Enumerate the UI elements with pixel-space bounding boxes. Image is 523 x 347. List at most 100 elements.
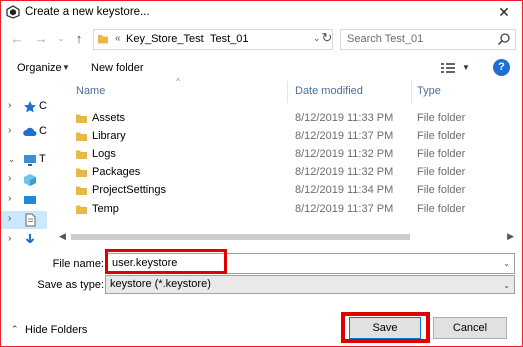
organize-dropdown-icon: ▼ [62, 63, 70, 72]
up-arrow-icon[interactable]: ↑ [71, 31, 87, 47]
table-row[interactable]: Packages 8/12/2019 11:32 PM File folder [57, 164, 514, 182]
folder-icon [76, 150, 87, 159]
expand-chevron-icon[interactable]: › [8, 125, 11, 136]
search-placeholder: Search Test_01 [347, 33, 424, 45]
file-date: 8/12/2019 11:33 PM [295, 112, 394, 124]
column-divider[interactable] [287, 81, 288, 103]
window-title: Create a new keystore... [25, 6, 150, 18]
file-type: File folder [417, 184, 466, 196]
file-type: File folder [417, 203, 466, 215]
navigation-pane: › C › C ⌄ T › › › › [1, 83, 47, 243]
cancel-button[interactable]: Cancel [433, 317, 507, 339]
help-icon[interactable]: ? [493, 59, 510, 76]
nav-item-onedrive[interactable]: › C [1, 123, 47, 141]
file-date: 8/12/2019 11:34 PM [295, 184, 394, 196]
expand-chevron-icon[interactable]: › [8, 193, 11, 204]
expand-chevron-icon[interactable]: › [8, 213, 11, 224]
save-button-highlight-box [341, 312, 430, 343]
folder-icon [76, 186, 87, 195]
nav-item-downloads[interactable]: › [1, 231, 47, 243]
table-row[interactable]: Library 8/12/2019 11:37 PM File folder [57, 128, 514, 146]
sort-ascending-icon: ^ [176, 77, 180, 86]
nav-label-fragment: C [39, 125, 47, 137]
breadcrumb-key-store-test[interactable]: Key_Store_Test [126, 33, 204, 45]
file-date: 8/12/2019 11:32 PM [295, 166, 394, 178]
column-divider[interactable] [411, 81, 412, 103]
folder-icon [76, 205, 87, 214]
column-header-type[interactable]: Type [417, 81, 441, 103]
nav-item-quick-access[interactable]: › C [1, 98, 47, 116]
save-dialog: Create a new keystore... ✕ ← → ⌄ ↑ « Key… [0, 0, 523, 347]
file-type: File folder [417, 130, 466, 142]
expand-chevron-icon[interactable]: › [8, 100, 11, 111]
save-as-type-value: keystore (*.keystore) [110, 278, 211, 290]
folder-icon [76, 168, 87, 177]
title-bar: Create a new keystore... ✕ [1, 1, 522, 25]
refresh-icon[interactable]: ↻ [319, 30, 335, 46]
expand-chevron-icon[interactable]: › [8, 173, 11, 184]
view-dropdown-icon[interactable]: ▼ [462, 63, 470, 72]
file-date: 8/12/2019 11:32 PM [295, 148, 394, 160]
command-bar: Organize ▼ New folder ▼ ? [1, 57, 522, 79]
file-name: ProjectSettings [92, 184, 166, 196]
file-name-label: File name: [52, 258, 104, 270]
breadcrumb-test-01[interactable]: Test_01 [210, 33, 249, 45]
horizontal-scrollbar[interactable]: ◀ ▶ [57, 231, 516, 243]
scroll-left-icon[interactable]: ◀ [59, 231, 66, 242]
save-as-type-select[interactable]: keystore (*.keystore) ⌄ [105, 275, 515, 294]
nav-label-fragment: T [39, 153, 46, 165]
nav-item-documents[interactable]: › [1, 211, 47, 229]
view-options-icon[interactable] [441, 62, 455, 74]
folder-icon [98, 35, 108, 44]
file-type: File folder [417, 166, 466, 178]
table-row[interactable]: Assets 8/12/2019 11:33 PM File folder [57, 110, 514, 128]
file-list: ^ Name Date modified Type Assets 8/12/20… [57, 77, 514, 231]
back-arrow-icon[interactable]: ← [9, 31, 25, 47]
document-icon [25, 213, 36, 227]
file-date: 8/12/2019 11:37 PM [295, 130, 394, 142]
file-name-highlight-box [105, 249, 227, 274]
file-name-dropdown-icon[interactable]: ⌄ [503, 259, 510, 268]
column-header-date-modified[interactable]: Date modified [295, 81, 363, 103]
save-as-type-label: Save as type: [37, 279, 104, 291]
collapse-chevron-icon[interactable]: ⌄ [8, 155, 15, 164]
expand-chevron-icon[interactable]: › [8, 233, 11, 243]
table-row[interactable]: Temp 8/12/2019 11:37 PM File folder [57, 201, 514, 219]
star-icon [24, 101, 36, 113]
close-icon[interactable]: ✕ [496, 4, 512, 21]
table-row[interactable]: Logs 8/12/2019 11:32 PM File folder [57, 146, 514, 164]
scroll-right-icon[interactable]: ▶ [507, 231, 514, 242]
folder-icon [76, 132, 87, 141]
cube-icon [24, 174, 36, 186]
file-type: File folder [417, 112, 466, 124]
overflow-chevron[interactable]: « [115, 33, 121, 44]
folder-icon [76, 114, 87, 123]
save-as-type-dropdown-icon[interactable]: ⌄ [503, 281, 510, 290]
dialog-footer: ⌃ Hide Folders Save Cancel [1, 297, 522, 346]
forward-arrow-icon[interactable]: → [33, 31, 49, 47]
file-name: Logs [92, 148, 116, 160]
nav-label-fragment: C [39, 100, 47, 112]
address-row: ← → ⌄ ↑ « Key_Store_Test › Test_01 ⌄ ↻ S… [1, 28, 522, 52]
hide-folders-arrow-icon[interactable]: ⌃ [11, 324, 19, 335]
search-icon [497, 33, 510, 46]
nav-item-3d-objects[interactable]: › [1, 171, 47, 189]
table-row[interactable]: ProjectSettings 8/12/2019 11:34 PM File … [57, 182, 514, 200]
download-icon [25, 234, 35, 243]
organize-button[interactable]: Organize [17, 62, 62, 74]
address-bar[interactable]: « Key_Store_Test › Test_01 ⌄ [93, 29, 333, 50]
nav-item-this-pc[interactable]: ⌄ T [1, 151, 47, 169]
cloud-icon [23, 127, 37, 136]
file-date: 8/12/2019 11:37 PM [295, 203, 394, 215]
recent-dropdown-icon[interactable]: ⌄ [53, 31, 69, 47]
file-type: File folder [417, 148, 466, 160]
nav-item-desktop[interactable]: › [1, 191, 47, 209]
breadcrumb-separator-icon: › [200, 33, 204, 44]
column-header-name[interactable]: Name [76, 81, 105, 103]
unity-app-icon [6, 5, 20, 19]
file-name: Library [92, 130, 126, 142]
hide-folders-button[interactable]: Hide Folders [25, 324, 87, 336]
new-folder-button[interactable]: New folder [91, 62, 144, 74]
search-input[interactable]: Search Test_01 [340, 29, 516, 50]
scroll-thumb[interactable] [71, 234, 410, 240]
